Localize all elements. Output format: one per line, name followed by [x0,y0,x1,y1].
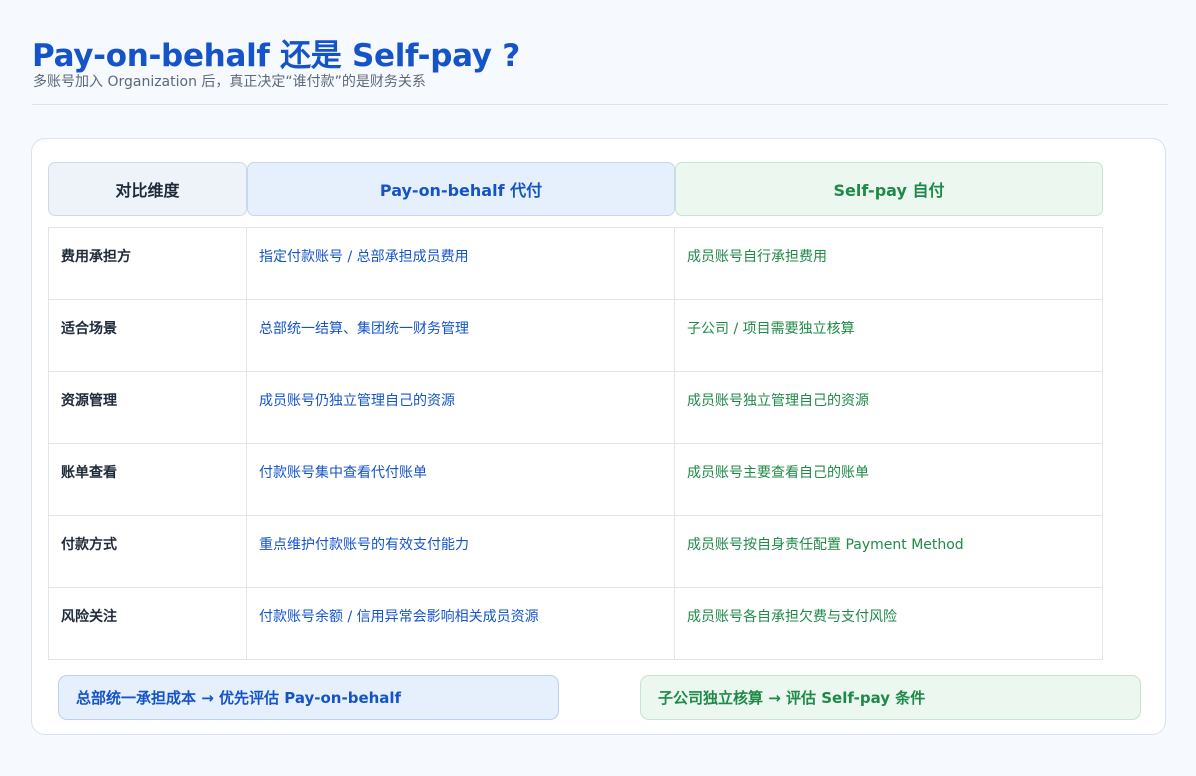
table-row: 付款方式 重点维护付款账号的有效支付能力 成员账号按自身责任配置 Payment… [49,516,1103,588]
recommendation-pay-on-behalf: 总部统一承担成本 → 优先评估 Pay-on-behalf [58,675,559,720]
dimension-cell: 适合场景 [49,300,247,372]
page-title: Pay-on-behalf 还是 Self-pay ? [32,38,520,74]
pay-on-behalf-cell: 成员账号仍独立管理自己的资源 [247,372,675,444]
pay-on-behalf-cell: 总部统一结算、集团统一财务管理 [247,300,675,372]
column-header-dimension: 对比维度 [48,162,247,216]
pay-on-behalf-cell: 付款账号余额 / 信用异常会影响相关成员资源 [247,588,675,660]
table-row: 资源管理 成员账号仍独立管理自己的资源 成员账号独立管理自己的资源 [49,372,1103,444]
pay-on-behalf-cell: 重点维护付款账号的有效支付能力 [247,516,675,588]
dimension-cell: 风险关注 [49,588,247,660]
pay-on-behalf-cell: 指定付款账号 / 总部承担成员费用 [247,228,675,300]
column-header-pay-on-behalf: Pay-on-behalf 代付 [247,162,675,216]
comparison-table: 费用承担方 指定付款账号 / 总部承担成员费用 成员账号自行承担费用 适合场景 … [48,227,1103,660]
pay-on-behalf-cell: 付款账号集中查看代付账单 [247,444,675,516]
table-row: 账单查看 付款账号集中查看代付账单 成员账号主要查看自己的账单 [49,444,1103,516]
self-pay-cell: 成员账号独立管理自己的资源 [675,372,1103,444]
self-pay-cell: 成员账号各自承担欠费与支付风险 [675,588,1103,660]
dimension-cell: 账单查看 [49,444,247,516]
self-pay-cell: 成员账号按自身责任配置 Payment Method [675,516,1103,588]
table-row: 适合场景 总部统一结算、集团统一财务管理 子公司 / 项目需要独立核算 [49,300,1103,372]
recommendation-self-pay: 子公司独立核算 → 评估 Self-pay 条件 [640,675,1141,720]
dimension-cell: 付款方式 [49,516,247,588]
dimension-cell: 资源管理 [49,372,247,444]
divider [32,104,1168,105]
self-pay-cell: 成员账号主要查看自己的账单 [675,444,1103,516]
dimension-cell: 费用承担方 [49,228,247,300]
table-row: 风险关注 付款账号余额 / 信用异常会影响相关成员资源 成员账号各自承担欠费与支… [49,588,1103,660]
self-pay-cell: 子公司 / 项目需要独立核算 [675,300,1103,372]
column-header-self-pay: Self-pay 自付 [675,162,1103,216]
self-pay-cell: 成员账号自行承担费用 [675,228,1103,300]
table-row: 费用承担方 指定付款账号 / 总部承担成员费用 成员账号自行承担费用 [49,228,1103,300]
page-subtitle: 多账号加入 Organization 后，真正决定“谁付款”的是财务关系 [33,74,426,90]
